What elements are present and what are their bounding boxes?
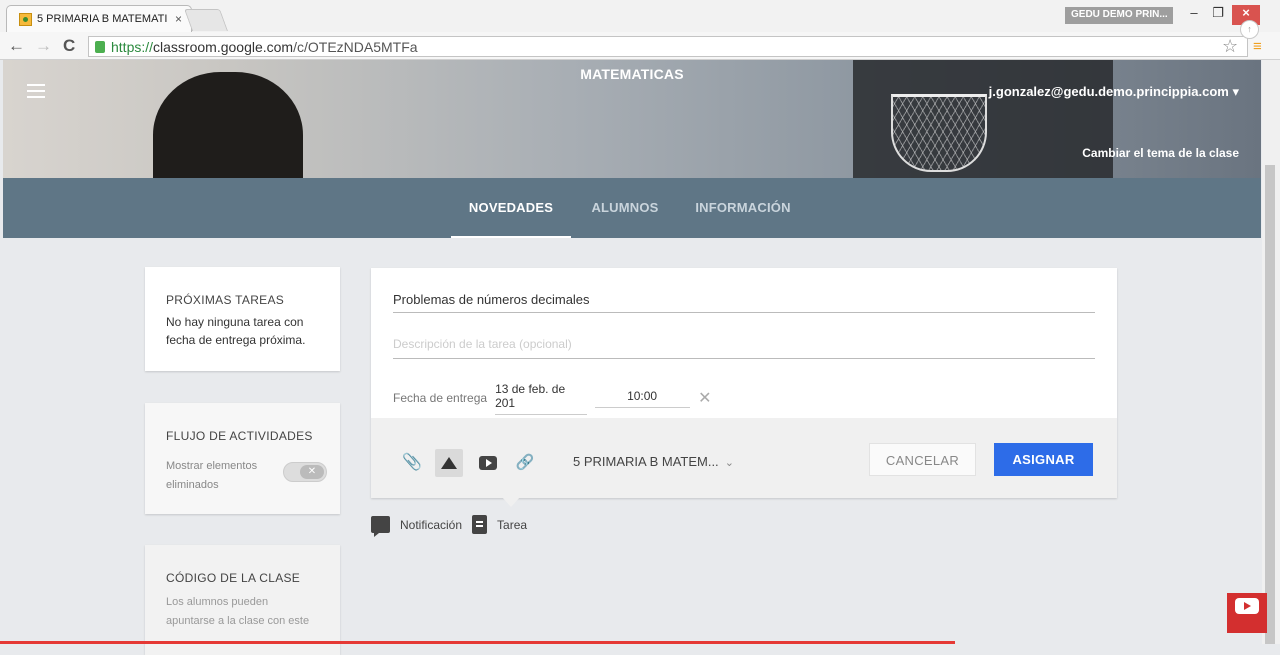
show-deleted-label: Mostrar elementos eliminados bbox=[166, 460, 258, 491]
attach-file-icon[interactable]: 📎 bbox=[398, 449, 426, 477]
assignment-form: Problemas de números decimales Descripci… bbox=[371, 268, 1117, 507]
url-scheme: https:// bbox=[111, 38, 154, 55]
class-select-dropdown[interactable]: 5 PRIMARIA B MATEM... ⌄ bbox=[573, 454, 734, 469]
reload-icon[interactable]: C bbox=[63, 36, 75, 56]
due-time-input[interactable]: 10:00 bbox=[595, 387, 691, 408]
due-date-input[interactable]: 13 de feb. de 201 bbox=[495, 380, 588, 415]
scrollbar-thumb[interactable] bbox=[1265, 165, 1275, 644]
back-arrow-icon[interactable]: ← bbox=[8, 36, 25, 56]
address-bar: ← → C https:// classroom.google.com /c/O… bbox=[0, 32, 1280, 60]
youtube-subscribe-badge[interactable] bbox=[1227, 593, 1267, 633]
class-tabs: NOVEDADES ALUMNOS INFORMACIÓN bbox=[3, 178, 1261, 238]
bookmark-star-icon[interactable]: ☆ bbox=[1222, 36, 1238, 57]
lock-icon bbox=[95, 40, 105, 53]
assignment-toolbar: 📎 🔗 5 PRIMARIA B MATEM... ⌄ CANCELAR ASIG… bbox=[371, 418, 1117, 498]
activity-stream-card: FLUJO DE ACTIVIDADES Mostrar elementos e… bbox=[145, 403, 340, 514]
assignment-title-input[interactable]: Problemas de números decimales bbox=[393, 292, 1095, 313]
browser-tab[interactable]: 5 PRIMARIA B MATEMATI × bbox=[6, 5, 192, 32]
classroom-favicon-icon bbox=[19, 12, 32, 26]
class-code-card: CÓDIGO DE LA CLASE Los alumnos pueden ap… bbox=[145, 545, 340, 655]
change-theme-link[interactable]: Cambiar el tema de la clase bbox=[1082, 146, 1239, 160]
assign-button[interactable]: ASIGNAR bbox=[994, 443, 1093, 476]
announcement-label[interactable]: Notificación bbox=[400, 518, 462, 532]
clear-due-date-icon[interactable]: ✕ bbox=[698, 388, 711, 408]
new-tab-button[interactable] bbox=[183, 9, 229, 31]
youtube-icon[interactable] bbox=[473, 449, 501, 477]
link-icon[interactable]: 🔗 bbox=[511, 449, 539, 477]
assignment-label[interactable]: Tarea bbox=[497, 518, 527, 532]
chevron-down-icon: ⌄ bbox=[724, 457, 734, 469]
minimize-button[interactable]: – bbox=[1181, 5, 1207, 25]
assignment-clipboard-icon[interactable] bbox=[472, 515, 488, 534]
forward-arrow-icon[interactable]: → bbox=[35, 36, 52, 56]
class-code-text: Los alumnos pueden apuntarse a la clase … bbox=[166, 596, 310, 627]
google-drive-icon[interactable] bbox=[435, 449, 463, 477]
class-select-value: 5 PRIMARIA B MATEM... bbox=[573, 454, 719, 469]
info-circle-icon: ↑ bbox=[1240, 20, 1259, 39]
upcoming-tasks-card: PRÓXIMAS TAREAS No hay ninguna tarea con… bbox=[145, 267, 340, 371]
tab-close-icon[interactable]: × bbox=[175, 12, 182, 26]
youtube-logo-icon bbox=[1235, 598, 1259, 614]
due-date-label: Fecha de entrega bbox=[393, 390, 488, 405]
browser-profile-button[interactable]: GEDU DEMO PRIN... bbox=[1065, 7, 1173, 24]
post-type-pointer bbox=[502, 497, 520, 507]
due-date-row: Fecha de entrega 13 de feb. de 201 10:00… bbox=[393, 380, 711, 415]
tab-informacion[interactable]: INFORMACIÓN bbox=[688, 178, 798, 238]
browser-tab-title: 5 PRIMARIA B MATEMATI bbox=[37, 13, 168, 25]
post-type-selector: Notificación Tarea bbox=[371, 515, 527, 537]
class-banner: MATEMATICAS j.gonzalez@gedu.demo.princip… bbox=[3, 60, 1261, 178]
class-code-title: CÓDIGO DE LA CLASE bbox=[166, 571, 301, 585]
browser-menu-icon[interactable]: ≡ bbox=[1253, 38, 1262, 55]
assignment-description-input[interactable]: Descripción de la tarea (opcional) bbox=[393, 337, 1095, 359]
upcoming-tasks-title: PRÓXIMAS TAREAS bbox=[166, 293, 285, 307]
restore-button[interactable]: ❐ bbox=[1205, 5, 1231, 25]
account-switcher[interactable]: j.gonzalez@gedu.demo.princippia.com ▾ bbox=[989, 84, 1239, 100]
upcoming-tasks-text: No hay ninguna tarea con fecha de entreg… bbox=[166, 315, 306, 347]
browser-tab-strip: 5 PRIMARIA B MATEMATI × GEDU DEMO PRIN..… bbox=[0, 0, 1280, 32]
toggle-off-icon: ✕ bbox=[300, 465, 324, 479]
class-title: MATEMATICAS bbox=[580, 66, 684, 82]
url-host: classroom.google.com bbox=[153, 38, 294, 55]
banner-hoop-net bbox=[891, 94, 987, 172]
tab-alumnos[interactable]: ALUMNOS bbox=[580, 178, 670, 238]
url-path: /c/OTEzNDA5MTFa bbox=[293, 38, 418, 55]
url-field[interactable]: https:// classroom.google.com /c/OTEzNDA… bbox=[88, 36, 1248, 57]
cancel-button[interactable]: CANCELAR bbox=[869, 443, 976, 476]
tab-novedades[interactable]: NOVEDADES bbox=[451, 178, 571, 238]
announcement-icon[interactable] bbox=[371, 516, 390, 537]
show-deleted-toggle[interactable]: ✕ bbox=[283, 462, 327, 482]
banner-player-silhouette bbox=[153, 72, 303, 178]
activity-stream-title: FLUJO DE ACTIVIDADES bbox=[166, 429, 313, 443]
hamburger-menu-icon[interactable] bbox=[27, 84, 45, 98]
